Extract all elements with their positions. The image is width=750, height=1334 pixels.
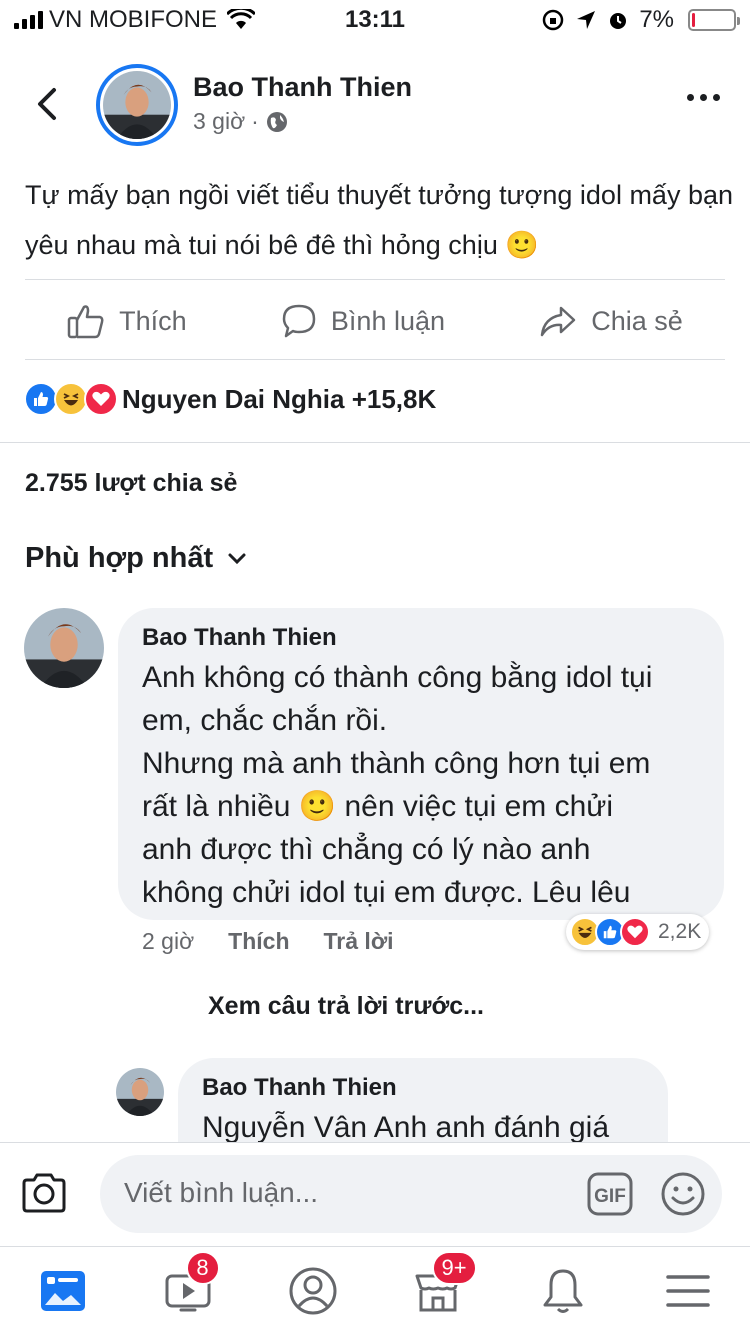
nav-menu[interactable] — [658, 1261, 718, 1321]
comment-reply-button[interactable]: Trả lời — [324, 928, 394, 955]
share-icon — [541, 306, 576, 337]
reply-avatar[interactable] — [116, 1068, 164, 1116]
comment-line: em, chắc chắn rồi. — [142, 704, 388, 737]
nav-marketplace[interactable]: 9+ — [408, 1250, 477, 1321]
share-count[interactable]: 2.755 lượt chia sẻ — [25, 469, 237, 498]
love-reaction-icon — [620, 917, 650, 947]
post-text: Tự mấy bạn ngồi viết tiểu thuyết tưởng t… — [25, 180, 733, 260]
comment-author[interactable]: Bao Thanh Thien — [142, 624, 700, 652]
carrier-name: VN MOBIFONE — [49, 6, 218, 33]
battery-icon — [688, 9, 740, 31]
nav-watch[interactable]: 8 — [158, 1250, 220, 1321]
reply-author[interactable]: Bao Thanh Thien — [202, 1074, 644, 1102]
nav-news-feed[interactable] — [33, 1261, 93, 1321]
author-avatar[interactable] — [96, 64, 178, 146]
comment-line: Anh không có thành công bằng idol tụi — [142, 661, 653, 694]
meta-separator: · — [251, 108, 259, 134]
haha-reaction-icon — [54, 382, 88, 416]
post-time[interactable]: 3 giờ — [193, 108, 245, 135]
emoji-icon[interactable] — [660, 1171, 706, 1217]
smile-emoji: 🙂 — [298, 789, 337, 824]
post-header: Bao Thanh Thien 3 giờ · — [0, 60, 750, 150]
commenter-avatar[interactable] — [24, 608, 104, 688]
comment-line: không chửi idol tụi em được. Lêu lêu — [142, 876, 631, 909]
like-label: Thích — [119, 305, 187, 336]
gif-label: GIF — [594, 1186, 626, 1207]
divider — [25, 279, 725, 280]
comment-sort-dropdown[interactable]: Phù hợp nhất — [25, 542, 247, 575]
comment-input-placeholder: Viết bình luận... — [124, 1177, 319, 1208]
comment-label: Bình luận — [330, 305, 446, 336]
more-options-icon[interactable] — [687, 94, 720, 101]
smile-emoji: 🙂 — [505, 230, 539, 261]
bottom-navigation: 8 9+ — [0, 1246, 750, 1334]
gif-icon[interactable]: GIF — [586, 1171, 634, 1217]
chevron-down-icon — [228, 553, 246, 564]
comment-actions: 2 giờ Thích Trả lời — [142, 928, 394, 955]
comment-line: anh được thì chẳng có lý nào anh — [142, 833, 591, 866]
bell-icon — [543, 1269, 582, 1313]
nav-notifications[interactable] — [533, 1261, 593, 1321]
signal-strength-icon — [14, 11, 43, 29]
like-button[interactable]: Thích — [67, 303, 187, 339]
comment-text: Anh không có thành công bằng idol tụi em… — [142, 656, 700, 914]
post-actions: Thích Bình luận Chia sẻ — [0, 282, 750, 360]
profile-icon — [289, 1267, 336, 1314]
battery-percent: 7% — [639, 6, 674, 33]
comment-time: 2 giờ — [142, 928, 195, 954]
comment-icon — [282, 304, 316, 338]
divider — [0, 442, 750, 443]
post-author-name[interactable]: Bao Thanh Thien — [193, 72, 412, 103]
reaction-summary[interactable]: Nguyen Dai Nghia +15,8K — [24, 382, 436, 416]
comment-reactions[interactable]: 2,2K — [566, 914, 710, 950]
comment-bubble[interactable]: Bao Thanh Thien Anh không có thành công … — [118, 608, 724, 920]
camera-icon[interactable] — [20, 1171, 68, 1215]
marketplace-badge: 9+ — [431, 1250, 477, 1285]
like-reaction-icon — [24, 382, 58, 416]
divider — [25, 359, 725, 360]
back-icon[interactable] — [28, 84, 68, 124]
comment-reaction-count: 2,2K — [658, 920, 702, 943]
reaction-icons — [24, 382, 118, 416]
location-icon — [577, 11, 596, 29]
comment-input[interactable]: Viết bình luận... GIF — [100, 1155, 722, 1233]
watch-badge: 8 — [185, 1250, 220, 1285]
globe-icon — [266, 111, 287, 132]
post-body: Tự mấy bạn ngồi viết tiểu thuyết tưởng t… — [25, 170, 735, 271]
nav-profile[interactable] — [283, 1261, 343, 1321]
wifi-icon — [227, 9, 256, 29]
comment-input-bar: Viết bình luận... GIF — [0, 1142, 750, 1246]
comment-line-part: rất là nhiều — [142, 790, 291, 823]
comment-line: Nhưng mà anh thành công hơn tụi em — [142, 747, 651, 780]
comment-line: rất là nhiều 🙂 nên việc tụi em chửi — [142, 785, 700, 828]
share-label: Chia sẻ — [591, 305, 683, 336]
love-reaction-icon — [84, 382, 118, 416]
sort-label: Phù hợp nhất — [25, 542, 214, 574]
status-bar: VN MOBIFONE 13:11 7% — [0, 0, 750, 40]
thumbs-up-icon — [67, 305, 104, 339]
alarm-icon — [610, 13, 627, 29]
share-button[interactable]: Chia sẻ — [539, 304, 683, 338]
menu-icon — [665, 1274, 710, 1307]
reaction-summary-text: Nguyen Dai Nghia +15,8K — [122, 383, 437, 414]
news-feed-icon — [40, 1270, 85, 1311]
profile-photo — [116, 1068, 164, 1116]
battery-level — [692, 13, 695, 27]
post-meta: 3 giờ · — [193, 108, 289, 135]
comment-like-button[interactable]: Thích — [228, 928, 289, 955]
comment-line-part: nên việc tụi em chửi — [344, 790, 614, 823]
comment-button[interactable]: Bình luận — [281, 303, 445, 339]
rotation-lock-icon — [543, 9, 564, 31]
profile-photo — [103, 71, 171, 139]
view-previous-replies-link[interactable]: Xem câu trả lời trước... — [208, 992, 484, 1021]
profile-photo — [24, 608, 104, 688]
